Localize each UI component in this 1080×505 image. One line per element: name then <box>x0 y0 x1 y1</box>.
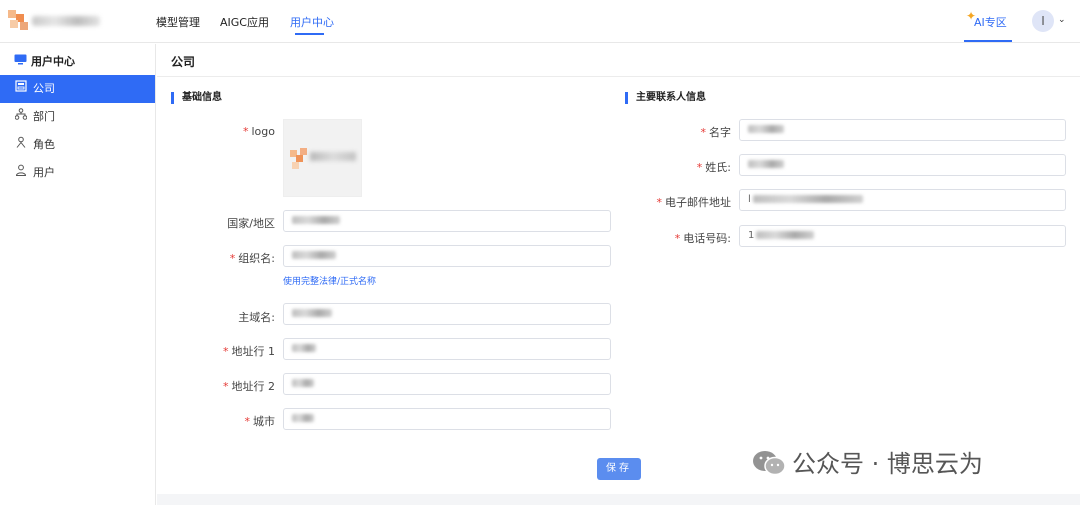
city-field[interactable] <box>283 408 611 430</box>
email-label: * 电子邮件地址 <box>656 196 732 209</box>
country-label: 国家/地区 <box>197 215 275 231</box>
org-label: * 组织名: <box>229 252 275 265</box>
logo-label-text: logo <box>251 125 276 138</box>
addr1-label-text: 地址行 1 <box>231 345 276 358</box>
country-field[interactable] <box>283 210 611 232</box>
section-title-contact: 主要联系人信息 <box>625 92 706 104</box>
phone-field-value: 1 <box>748 230 755 241</box>
ai-zone-button[interactable]: ✦ AI专区 <box>964 9 1012 42</box>
watermark: 公众号 · 博思云为 <box>752 444 983 479</box>
sidebar-title: 用户中心 <box>14 53 75 69</box>
firstname-label-text: 名字 <box>709 126 731 139</box>
user-icon <box>14 159 28 187</box>
sidebar-item-label: 部门 <box>33 110 55 123</box>
org-name-hint: 使用完整法律/正式名称 <box>283 277 377 287</box>
active-nav-indicator <box>295 33 324 35</box>
sidebar-item-label: 公司 <box>33 82 55 95</box>
footer-band <box>157 494 1080 505</box>
lastname-label: * 姓氏: <box>696 161 731 174</box>
ai-zone-label: AI专区 <box>974 16 1007 29</box>
lastname-label-text: 姓氏: <box>705 161 731 174</box>
domain-label: 主域名: <box>197 309 275 325</box>
brand-logo[interactable] <box>8 10 100 32</box>
wechat-icon <box>752 450 786 476</box>
sidebar-item-role[interactable]: 角色 <box>0 131 155 159</box>
logo-upload[interactable] <box>283 119 362 197</box>
addr2-label-text: 地址行 2 <box>231 380 276 393</box>
sidebar-item-user[interactable]: 用户 <box>0 159 155 187</box>
section-title-basic: 基础信息 <box>171 92 222 104</box>
phone-label-text: 电话号码: <box>683 232 731 245</box>
firstname-label: * 名字 <box>700 126 732 139</box>
page-title: 公司 <box>171 55 196 69</box>
save-button[interactable]: 保存 <box>597 458 641 480</box>
last-name-field[interactable] <box>739 154 1066 176</box>
building-icon <box>14 75 28 103</box>
nav-model-management[interactable]: 模型管理 <box>156 14 200 30</box>
org-name-field[interactable] <box>283 245 611 267</box>
role-icon <box>14 131 28 159</box>
addr2-label: * 地址行 2 <box>223 380 276 393</box>
address-line1-field[interactable] <box>283 338 611 360</box>
main-content: 公司 基础信息 * logo 国家/地区 * 组织名: 使用完整法律/正式名称 主域… <box>157 44 1080 505</box>
email-label-text: 电子邮件地址 <box>665 196 731 209</box>
top-navbar: 模型管理 AIGC应用 用户中心 ✦ AI专区 I ⌄ <box>0 0 1080 43</box>
org-chart-icon <box>14 103 28 131</box>
addr1-label: * 地址行 1 <box>223 345 276 358</box>
sidebar: 用户中心 公司 部门 角色 用户 <box>0 44 156 505</box>
sidebar-item-label: 角色 <box>33 138 55 151</box>
city-label-text: 城市 <box>253 415 275 428</box>
org-label-text: 组织名: <box>238 252 275 265</box>
country-label-text: 国家/地区 <box>227 217 275 230</box>
nav-aigc-apps[interactable]: AIGC应用 <box>220 14 269 30</box>
monitor-icon <box>14 54 27 68</box>
phone-field[interactable]: 1 <box>739 225 1066 247</box>
address-line2-field[interactable] <box>283 373 611 395</box>
domain-label-text: 主域名: <box>238 311 275 324</box>
city-label: * 城市 <box>244 415 276 428</box>
avatar[interactable]: I <box>1032 10 1054 32</box>
nav-user-center[interactable]: 用户中心 <box>290 14 334 30</box>
first-name-field[interactable] <box>739 119 1066 141</box>
sidebar-item-company[interactable]: 公司 <box>0 75 155 103</box>
divider <box>157 76 1080 77</box>
sidebar-item-department[interactable]: 部门 <box>0 103 155 131</box>
sidebar-item-label: 用户 <box>33 166 55 179</box>
sidebar-title-text: 用户中心 <box>31 55 75 68</box>
email-field[interactable]: l <box>739 189 1066 211</box>
watermark-text: 公众号 · 博思云为 <box>792 450 983 478</box>
email-field-value: l <box>748 194 751 205</box>
phone-label: * 电话号码: <box>674 232 731 245</box>
domain-field[interactable] <box>283 303 611 325</box>
chevron-down-icon[interactable]: ⌄ <box>1058 15 1066 25</box>
logo-label: * logo <box>243 125 276 138</box>
